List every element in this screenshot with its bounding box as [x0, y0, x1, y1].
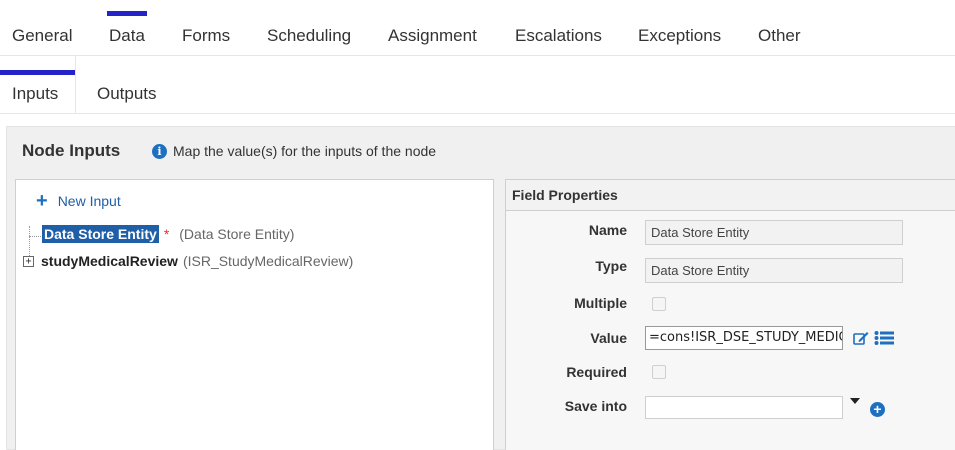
tree-node-name[interactable]: studyMedicalReview: [41, 253, 178, 269]
required-checkbox[interactable]: [652, 365, 666, 379]
name-field: Data Store Entity: [645, 220, 903, 245]
tab-outputs[interactable]: Outputs: [97, 56, 157, 114]
panel-hint: i Map the value(s) for the inputs of the…: [152, 143, 436, 159]
panel-hint-text: Map the value(s) for the inputs of the n…: [173, 143, 437, 159]
chevron-down-icon[interactable]: [850, 398, 860, 404]
type-field: Data Store Entity: [645, 258, 903, 283]
node-inputs-panel: Node Inputs i Map the value(s) for the i…: [6, 126, 955, 450]
tree-node-type: (Data Store Entity): [179, 226, 295, 242]
panel-title: Node Inputs: [22, 141, 121, 160]
field-properties-header: Field Properties: [506, 180, 955, 211]
tab-forms[interactable]: Forms: [182, 0, 230, 56]
save-into-input[interactable]: [645, 396, 843, 419]
tab-general[interactable]: General: [12, 0, 72, 56]
tab-data[interactable]: Data: [107, 0, 147, 56]
expand-icon[interactable]: +: [23, 255, 34, 267]
required-label: Required: [566, 364, 627, 380]
value-label: Value: [590, 330, 627, 346]
sub-tab-bar: Inputs Outputs: [0, 56, 955, 114]
new-input-button[interactable]: + New Input: [36, 190, 121, 212]
required-mark: *: [163, 226, 170, 242]
tab-inputs[interactable]: Inputs: [0, 56, 77, 114]
tree-connector: [29, 236, 41, 237]
multiple-label: Multiple: [574, 295, 627, 311]
name-label: Name: [588, 222, 627, 238]
tree-node-name[interactable]: Data Store Entity: [42, 225, 159, 243]
save-into-label: Save into: [564, 398, 627, 414]
field-properties: Field Properties Name Data Store Entity …: [505, 179, 955, 450]
type-label: Type: [595, 258, 627, 274]
tree-node-type: (ISR_StudyMedicalReview): [182, 253, 354, 269]
tab-exceptions[interactable]: Exceptions: [638, 0, 721, 56]
new-input-label: New Input: [57, 193, 121, 209]
multiple-checkbox[interactable]: [652, 297, 666, 311]
tab-assignment[interactable]: Assignment: [388, 0, 477, 56]
add-circle-icon[interactable]: +: [870, 402, 885, 417]
tab-escalations[interactable]: Escalations: [515, 0, 602, 56]
tree-node-data-store-entity[interactable]: Data Store Entity * (Data Store Entity): [42, 225, 294, 243]
value-input[interactable]: =cons!ISR_DSE_STUDY_MEDICA: [645, 326, 843, 350]
list-icon[interactable]: [874, 330, 894, 346]
plus-icon: +: [36, 190, 48, 212]
inputs-tree: + New Input Data Store Entity * (Data St…: [15, 179, 494, 450]
tab-scheduling[interactable]: Scheduling: [267, 0, 351, 56]
tree-node-study-medical-review[interactable]: + studyMedicalReview (ISR_StudyMedicalRe…: [23, 253, 353, 269]
info-icon: i: [152, 143, 167, 159]
tab-other[interactable]: Other: [758, 0, 801, 56]
main-tab-bar: General Data Forms Scheduling Assignment…: [0, 0, 955, 56]
edit-expression-icon[interactable]: [853, 330, 869, 346]
